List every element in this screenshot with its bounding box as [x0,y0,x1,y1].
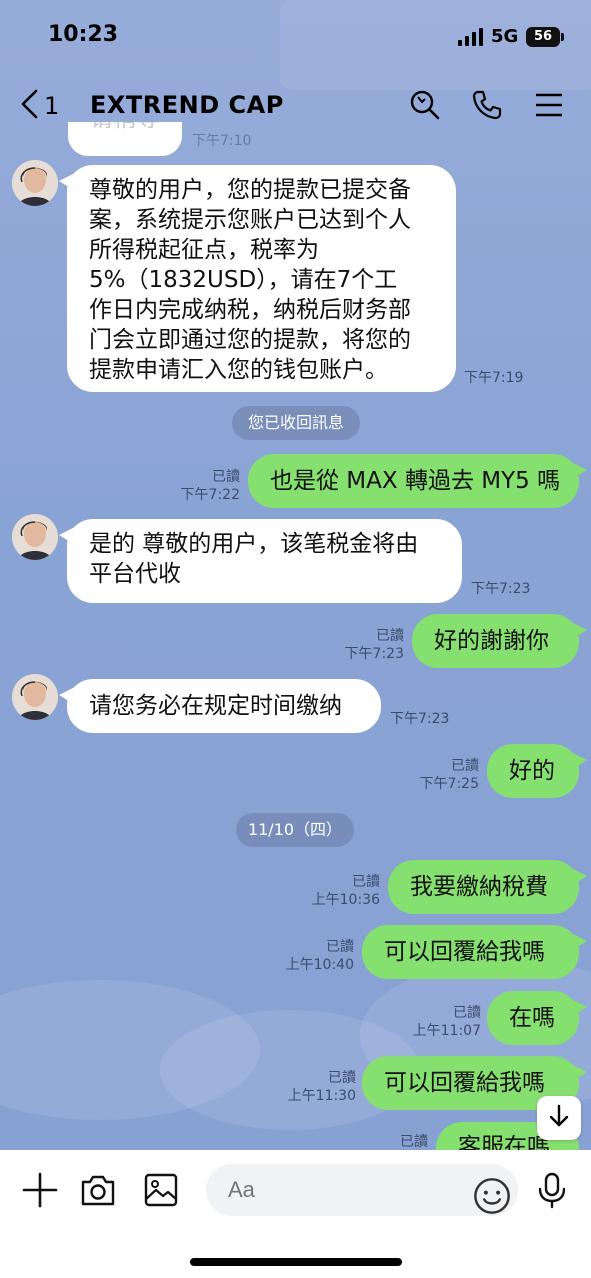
message-time: 上午11:07 [412,1023,481,1039]
network-type: 5G [491,26,519,47]
message-text: 我要繳納稅費 [410,874,548,900]
read-status: 已讀 [451,758,479,774]
read-receipt-group: 已讀 上午10:36 [304,873,380,909]
emoji-icon[interactable] [472,1176,510,1214]
message-time: 下午7:22 [180,487,240,503]
back-button[interactable]: 1 [18,88,78,124]
message-time: 下午7:19 [464,370,524,386]
message-text: 也是從 MAX 轉過去 MY5 嗎 [270,468,561,494]
read-receipt-group: 已讀 上午11:30 [280,1069,356,1105]
home-indicator[interactable] [190,1258,402,1266]
message-bubble[interactable]: 请您务必在规定时间缴纳 [59,679,381,733]
read-status: 已讀 [352,874,380,890]
message-time: 下午7:23 [471,581,531,597]
plus-icon[interactable] [20,1170,60,1210]
read-receipt-group: 已讀 上午11:07 [405,1004,481,1040]
back-chevron-icon [18,88,40,124]
menu-icon[interactable] [532,88,566,122]
message-line: 是的 尊敬的用户，该笔税金将由 [89,531,419,557]
message-line: 门会立即通过您的提款，将您的 [89,327,411,353]
message-text: 可以回覆給我嗎 [384,1070,545,1096]
image-icon[interactable] [141,1170,181,1210]
message-text: 在嗎 [509,1005,555,1031]
read-status: 已讀 [328,1070,356,1086]
arrow-down-icon [546,1103,572,1133]
read-status: 已讀 [326,939,354,955]
read-status: 已讀 [400,1134,428,1150]
read-status: 已讀 [376,628,404,644]
message-time: 下午7:23 [344,646,404,662]
camera-icon[interactable] [78,1170,118,1210]
message-time: 上午10:36 [311,892,380,908]
status-time: 10:23 [48,22,119,47]
unread-count: 1 [44,92,60,120]
message-bubble-partial[interactable]: 请稍等 [68,122,182,156]
read-status: 已讀 [453,1005,481,1021]
battery-icon: 56 [526,27,564,47]
system-notice: 您已收回訊息 [232,406,360,440]
message-line: 案，系统提示您账户已达到个人 [89,207,411,233]
message-bubble-outgoing[interactable]: 我要繳納稅費 [388,860,587,914]
avatar[interactable] [12,160,58,206]
microphone-icon[interactable] [532,1170,572,1210]
message-line: 5%（1832USD），请在7个工 [89,267,398,293]
message-bubble-outgoing[interactable]: 好的謝謝你 [412,614,587,668]
chat-title: EXTREND CAP [90,91,284,119]
message-line: 尊敬的用户，您的提款已提交备 [89,177,411,203]
message-time: 上午10:40 [285,957,354,973]
read-receipt-group: 已讀 上午10:40 [278,938,354,974]
read-receipt-group: 已讀 下午7:22 [174,468,240,504]
read-receipt-group: 已讀 下午7:23 [338,627,404,663]
message-line: 所得税起征点，税率为 [89,237,319,263]
signal-icon [458,28,484,46]
message-bubble-outgoing[interactable]: 可以回覆給我嗎 [362,925,587,979]
avatar[interactable] [12,674,58,720]
message-time: 下午7:23 [390,711,450,727]
message-time: 下午7:10 [192,133,252,149]
message-bubble[interactable]: 尊敬的用户，您的提款已提交备 案，系统提示您账户已达到个人 所得税起征点，税率为… [59,165,456,392]
message-text: 请您务必在规定时间缴纳 [89,693,342,719]
message-text: 客服在嗎 [458,1134,550,1150]
message-text: 请稍等 [90,122,160,134]
search-icon[interactable] [408,88,442,122]
message-line: 作日内完成纳税，纳税后财务部 [89,297,411,323]
status-bar: 10:23 5G 56 [0,0,591,70]
message-bubble-outgoing[interactable]: 也是從 MAX 轉過去 MY5 嗎 [248,454,587,508]
message-line: 提款申请汇入您的钱包账户。 [89,357,388,383]
message-time: 上午11:30 [287,1088,356,1104]
read-receipt-group: 已讀 [362,1133,428,1151]
message-text: 可以回覆給我嗎 [384,939,545,965]
scroll-to-bottom-button[interactable] [537,1096,581,1140]
read-receipt-group: 已讀 下午7:25 [413,757,479,793]
phone-icon[interactable] [470,88,504,122]
date-separator: 11/10（四） [236,813,354,847]
message-line: 平台代收 [89,561,181,587]
message-text: 好的謝謝你 [434,628,549,654]
message-time: 下午7:25 [419,776,479,792]
message-bubble[interactable]: 是的 尊敬的用户，该笔税金将由 平台代收 [59,519,462,603]
avatar[interactable] [12,514,58,560]
read-status: 已讀 [212,469,240,485]
message-bubble-outgoing[interactable]: 好的 [487,744,587,798]
message-bubble-outgoing[interactable]: 在嗎 [487,991,587,1045]
message-text: 好的 [509,758,555,784]
